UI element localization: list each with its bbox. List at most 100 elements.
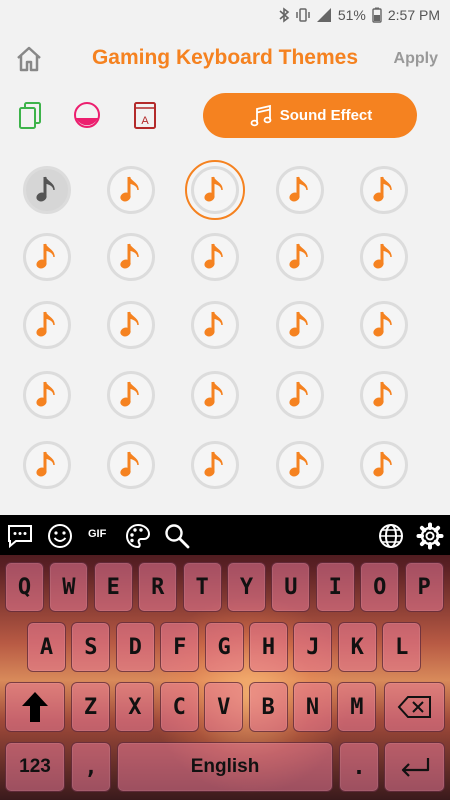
sound-effect-option[interactable] [191, 371, 239, 419]
key-l[interactable]: L [382, 622, 422, 672]
language-button[interactable] [377, 522, 405, 550]
sound-effect-option[interactable] [276, 301, 324, 349]
sound-effect-option[interactable] [107, 371, 155, 419]
key-x[interactable]: X [115, 682, 155, 732]
space-key[interactable]: English [117, 742, 333, 792]
music-note-icon [204, 381, 223, 407]
sound-effect-label: Sound Effect [279, 107, 373, 124]
numbers-key[interactable]: 123 [5, 742, 65, 792]
chat-icon [8, 525, 32, 549]
theme-toolbar: A Sound Effect [0, 90, 450, 142]
music-note-icon [36, 381, 55, 407]
sound-effect-option[interactable] [107, 233, 155, 281]
half-circle-icon [74, 102, 100, 128]
sound-effect-option[interactable] [191, 301, 239, 349]
clock: 2:57 PM [387, 7, 440, 23]
key-i[interactable]: I [315, 562, 355, 612]
gif-button[interactable]: GIF [88, 528, 106, 540]
music-note-icon [289, 243, 308, 269]
sound-effect-option[interactable] [23, 301, 71, 349]
key-c[interactable]: C [159, 682, 199, 732]
gear-icon [416, 522, 444, 550]
sound-effect-option[interactable] [23, 441, 71, 489]
globe-icon [379, 524, 403, 548]
sound-effect-option[interactable] [360, 441, 408, 489]
sound-effect-option[interactable] [191, 441, 239, 489]
key-t[interactable]: T [182, 562, 222, 612]
key-a[interactable]: A [27, 622, 66, 672]
comma-key[interactable]: , [71, 742, 111, 792]
shift-key[interactable] [5, 682, 65, 732]
signal-icon [316, 7, 332, 23]
copy-icon [19, 102, 41, 129]
font-tool-button[interactable]: A [130, 100, 160, 130]
key-r[interactable]: R [138, 562, 178, 612]
sound-effect-option[interactable] [107, 301, 155, 349]
key-s[interactable]: S [71, 622, 111, 672]
music-note-icon [204, 451, 223, 477]
sound-effect-option[interactable] [23, 166, 71, 214]
period-key[interactable]: . [339, 742, 379, 792]
palette-icon [126, 523, 151, 549]
key-u[interactable]: U [271, 562, 311, 612]
enter-key[interactable] [384, 742, 445, 792]
sound-effect-option[interactable] [185, 160, 245, 220]
sound-effect-option[interactable] [276, 371, 324, 419]
sound-effect-option[interactable] [23, 233, 71, 281]
key-o[interactable]: O [360, 562, 400, 612]
battery-icon [372, 7, 382, 23]
smiley-icon [48, 524, 72, 548]
theme-button[interactable] [124, 522, 152, 550]
key-g[interactable]: G [204, 622, 244, 672]
copy-tool-button[interactable] [16, 100, 46, 130]
key-m[interactable]: M [337, 682, 377, 732]
keyboard-settings-button[interactable] [416, 522, 444, 550]
shift-arrow-icon [22, 692, 48, 722]
key-e[interactable]: E [93, 562, 133, 612]
sound-effect-button[interactable]: Sound Effect [203, 93, 417, 138]
key-y[interactable]: Y [227, 562, 266, 612]
key-z[interactable]: Z [71, 682, 110, 732]
svg-text:A: A [141, 115, 149, 127]
key-k[interactable]: K [337, 622, 377, 672]
key-q[interactable]: Q [5, 562, 44, 612]
sound-effect-option[interactable] [360, 233, 408, 281]
page-title: Gaming Keyboard Themes [91, 46, 359, 69]
music-note-icon [204, 176, 223, 202]
sound-effect-option[interactable] [107, 441, 155, 489]
sound-effect-option[interactable] [360, 301, 408, 349]
music-note-icon [120, 243, 139, 269]
emoji-button[interactable] [46, 522, 74, 550]
music-note-icon [373, 311, 392, 337]
apply-button[interactable]: Apply [394, 50, 438, 68]
key-p[interactable]: P [404, 562, 444, 612]
backspace-key[interactable] [384, 682, 445, 732]
key-v[interactable]: V [204, 682, 244, 732]
sound-effect-option[interactable] [23, 371, 71, 419]
key-d[interactable]: D [115, 622, 155, 672]
sound-effect-option[interactable] [360, 166, 408, 214]
key-b[interactable]: B [248, 682, 288, 732]
sound-effect-grid [0, 160, 450, 505]
background-tool-button[interactable] [71, 100, 103, 130]
key-n[interactable]: N [293, 682, 332, 732]
key-f[interactable]: F [160, 622, 200, 672]
key-j[interactable]: J [293, 622, 333, 672]
keyboard-preview: G I F Q W E R T Y U I O P A S D F G H J K … [0, 515, 450, 800]
music-note-icon [36, 176, 55, 202]
sound-effect-option[interactable] [276, 441, 324, 489]
music-note-icon [36, 243, 55, 269]
sound-effect-option[interactable] [107, 166, 155, 214]
sound-effect-option[interactable] [191, 233, 239, 281]
bluetooth-icon [278, 7, 290, 23]
sound-effect-option[interactable] [276, 166, 324, 214]
font-book-icon: A [134, 102, 156, 129]
chat-button[interactable] [6, 522, 34, 550]
keyboard-search-button[interactable] [163, 522, 191, 550]
key-h[interactable]: H [249, 622, 288, 672]
vibrate-icon [296, 7, 310, 23]
sound-effect-option[interactable] [276, 233, 324, 281]
app-header: Gaming Keyboard Themes Apply [0, 30, 450, 88]
sound-effect-option[interactable] [360, 371, 408, 419]
key-w[interactable]: W [49, 562, 89, 612]
